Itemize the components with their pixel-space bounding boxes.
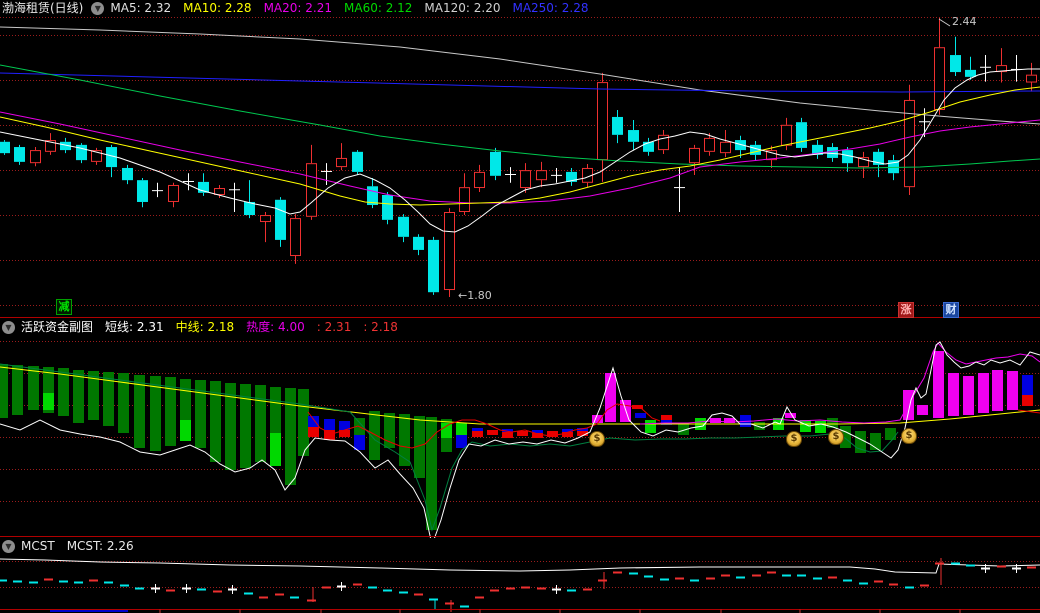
legend-item: 热度: 4.00 <box>246 320 305 334</box>
legend-item: 短线: 2.31 <box>105 320 164 334</box>
legend-item: MA120: 2.20 <box>424 1 501 15</box>
mcst-panel[interactable] <box>0 558 1040 613</box>
stock-terminal-app: 渤海租赁(日线) ▼ MA5: 2.32 MA10: 2.28 MA20: 2.21… <box>0 0 1040 613</box>
legend-item: : 2.18 <box>363 320 398 334</box>
legend-item: 活跃资金副图 <box>21 320 94 334</box>
chart-canvas[interactable] <box>0 0 1040 613</box>
indicator-panel-header: ▼ 活跃资金副图 短线: 2.31 中线: 2.18 热度: 4.00 : 2.31 : … <box>0 319 1040 336</box>
indicator-legend: 活跃资金副图 短线: 2.31 中线: 2.18 热度: 4.00 : 2.31 : 2.… <box>21 319 404 336</box>
chevron-down-icon[interactable]: ▼ <box>2 539 15 553</box>
money-bag-icon: $ <box>828 429 844 445</box>
legend-item: : 2.31 <box>316 320 352 334</box>
chevron-down-icon[interactable]: ▼ <box>91 2 105 15</box>
legend-item: MA20: 2.21 <box>263 1 332 15</box>
legend-item: MA60: 2.12 <box>344 1 413 15</box>
marker-badge: 涨 <box>898 302 914 318</box>
indicator-panel[interactable] <box>0 341 1040 547</box>
legend-item: MA250: 2.28 <box>512 1 589 15</box>
legend-item: MA5: 2.32 <box>110 1 172 15</box>
legend-item: MCST <box>21 538 55 553</box>
stock-title: 渤海租赁(日线) <box>2 1 84 15</box>
legend-item: MA10: 2.28 <box>183 1 252 15</box>
money-bag-icon: $ <box>901 428 917 444</box>
mcst-legend: MCST MCST: 2.26 <box>21 538 140 555</box>
legend-item: MCST: 2.26 <box>66 538 134 553</box>
ma-legend: MA5: 2.32 MA10: 2.28 MA20: 2.21 MA60: 2.12 M… <box>110 0 594 17</box>
money-bag-icon: $ <box>589 431 605 447</box>
chevron-down-icon[interactable]: ▼ <box>2 321 15 334</box>
main-chart-header: 渤海租赁(日线) ▼ MA5: 2.32 MA10: 2.28 MA20: 2.21… <box>0 0 1040 17</box>
marker-badge: 财 <box>943 302 959 318</box>
marker-badge: 减 <box>56 299 72 315</box>
mcst-panel-header: ▼ MCST MCST: 2.26 <box>0 538 1040 554</box>
legend-item: 中线: 2.18 <box>175 320 235 334</box>
low-price-annotation: ←1.80 <box>458 289 492 302</box>
candlestick-panel[interactable] <box>0 17 1040 306</box>
money-bag-icon: $ <box>786 431 802 447</box>
